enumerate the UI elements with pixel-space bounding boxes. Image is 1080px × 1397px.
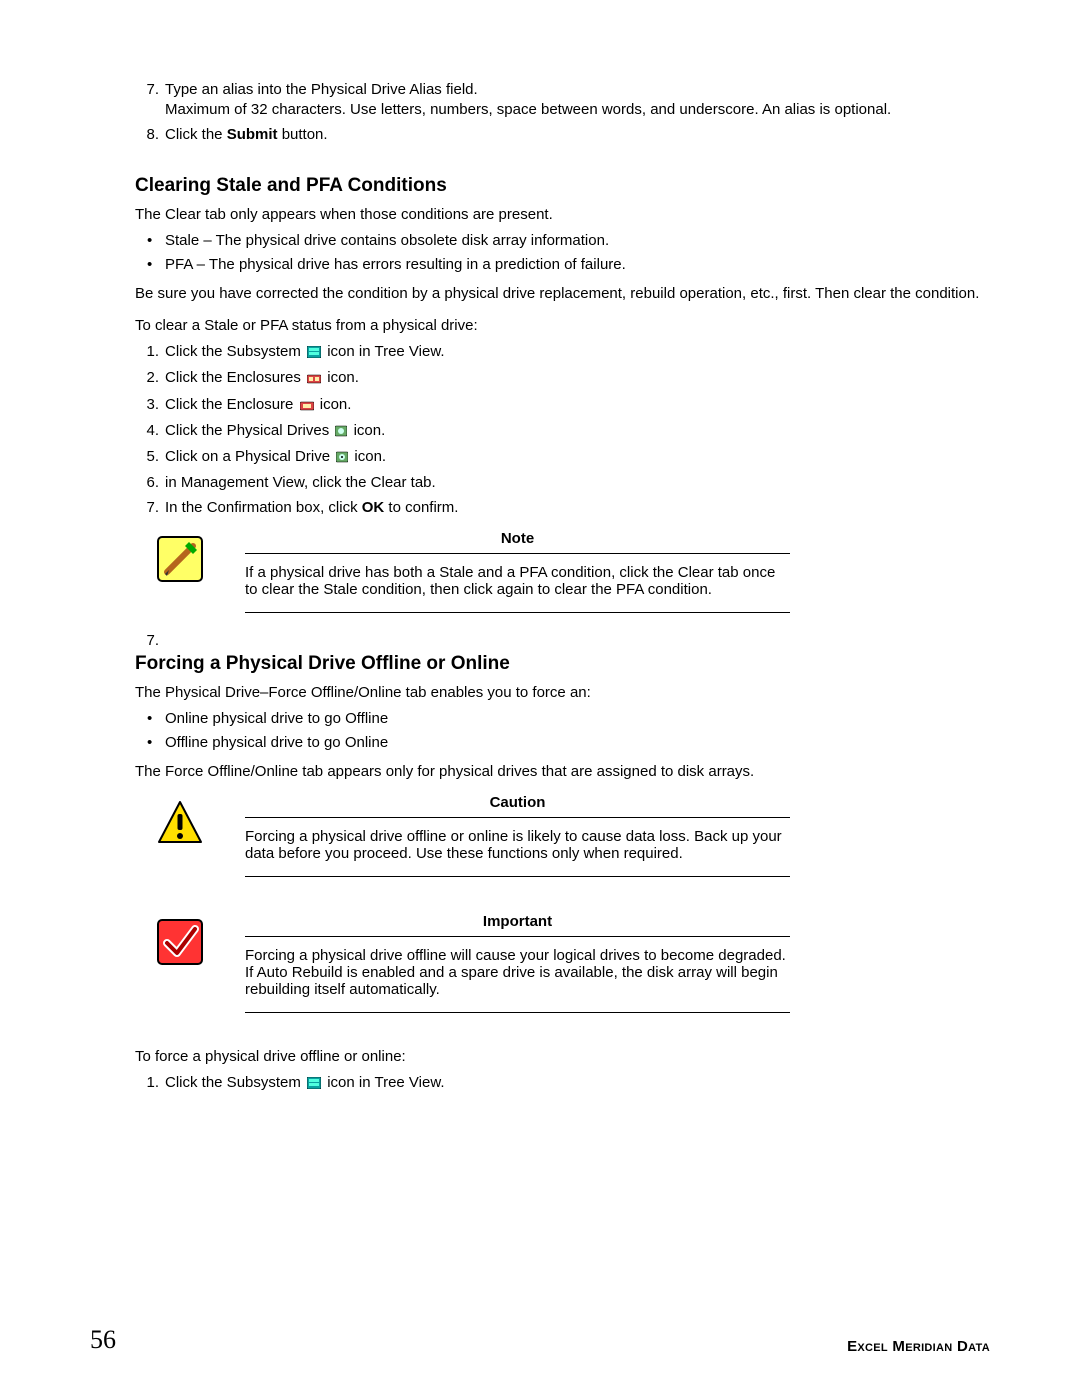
- subsystem-icon: [307, 1075, 321, 1095]
- body-text: Be sure you have corrected the condition…: [135, 284, 990, 304]
- divider: [245, 876, 790, 877]
- list-item: 4. Click the Physical Drives icon.: [165, 421, 990, 443]
- body-text: The Clear tab only appears when those co…: [135, 205, 990, 225]
- section-heading-clearing: Clearing Stale and PFA Conditions: [135, 175, 990, 197]
- step-text: icon.: [354, 422, 386, 439]
- list-item: 8. Click the Submit button.: [165, 125, 990, 145]
- body-text: The Force Offline/Online tab appears onl…: [135, 762, 990, 782]
- force-steps-list: 1. Click the Subsystem icon in Tree View…: [135, 1073, 990, 1095]
- list-item: 6. in Management View, click the Clear t…: [165, 473, 990, 493]
- step-text: Maximum of 32 characters. Use letters, n…: [165, 101, 891, 118]
- step-text: Click on a Physical Drive: [165, 448, 334, 465]
- caution-body-cell: Caution Forcing a physical drive offline…: [215, 794, 990, 887]
- step-text: in Management View, click the Clear tab.: [165, 474, 436, 491]
- body-text: The Physical Drive–Force Offline/Online …: [135, 683, 990, 703]
- step-text: icon.: [327, 369, 359, 386]
- callout-body: Forcing a physical drive offline or onli…: [245, 828, 790, 862]
- list-item: PFA – The physical drive has errors resu…: [165, 255, 990, 275]
- step-number: 5.: [135, 447, 159, 467]
- important-icon: [155, 913, 215, 971]
- list-item: Offline physical drive to go Online: [165, 733, 990, 753]
- important-callout: Important Forcing a physical drive offli…: [155, 913, 990, 1023]
- clear-steps-list: 1. Click the Subsystem icon in Tree View…: [135, 342, 990, 518]
- step-number: 8.: [135, 125, 159, 145]
- callout-body: Forcing a physical drive offline will ca…: [245, 947, 790, 998]
- step-text: icon.: [354, 448, 386, 465]
- enclosure-icon: [300, 397, 314, 417]
- list-item: 3. Click the Enclosure icon.: [165, 395, 990, 417]
- step-text: Click the Subsystem: [165, 1074, 305, 1091]
- document-page: 7. Type an alias into the Physical Drive…: [0, 0, 1080, 1397]
- step-number: 1.: [135, 342, 159, 362]
- list-item: Online physical drive to go Offline: [165, 709, 990, 729]
- step-text: In the Confirmation box, click: [165, 499, 362, 516]
- step-number: 7.: [135, 498, 159, 518]
- step-text: Click the Subsystem: [165, 343, 305, 360]
- step-number: 6.: [135, 473, 159, 493]
- callout-body: If a physical drive has both a Stale and…: [245, 564, 790, 598]
- enclosures-icon: [307, 370, 321, 390]
- step-text: icon in Tree View.: [327, 343, 444, 360]
- important-body-cell: Important Forcing a physical drive offli…: [215, 913, 990, 1023]
- body-text: To force a physical drive offline or onl…: [135, 1047, 990, 1067]
- divider: [245, 553, 790, 554]
- bold-word: Submit: [227, 126, 278, 143]
- note-body-cell: Note If a physical drive has both a Stal…: [215, 530, 990, 623]
- step-text: Click the Physical Drives: [165, 422, 333, 439]
- step-number: 4.: [135, 421, 159, 441]
- physical-drives-icon: [335, 423, 347, 443]
- page-footer: 56 Excel Meridian Data: [90, 1325, 990, 1355]
- caution-icon: [155, 794, 215, 852]
- step-text: Click the Enclosure: [165, 396, 298, 413]
- list-item: 7. Type an alias into the Physical Drive…: [165, 80, 990, 121]
- list-item: 2. Click the Enclosures icon.: [165, 368, 990, 390]
- section-heading-forcing: Forcing a Physical Drive Offline or Onli…: [135, 653, 990, 675]
- physical-drive-icon: [336, 449, 348, 469]
- step-number: 2.: [135, 368, 159, 388]
- callout-title: Caution: [245, 794, 790, 811]
- step-text: Type an alias into the Physical Drive Al…: [165, 81, 478, 98]
- callout-title: Important: [245, 913, 790, 930]
- bold-word: OK: [362, 499, 385, 516]
- divider: [245, 1012, 790, 1013]
- caution-callout: Caution Forcing a physical drive offline…: [155, 794, 990, 887]
- list-item: 1. Click the Subsystem icon in Tree View…: [165, 1073, 990, 1095]
- step-number: 1.: [135, 1073, 159, 1093]
- bullet-list: Stale – The physical drive contains obso…: [135, 231, 990, 276]
- step-text: to confirm.: [384, 499, 458, 516]
- page-number: 56: [90, 1325, 116, 1355]
- divider: [245, 936, 790, 937]
- step-number: 3.: [135, 395, 159, 415]
- note-callout: Note If a physical drive has both a Stal…: [155, 530, 990, 623]
- callout-title: Note: [245, 530, 790, 547]
- step-number: 7.: [135, 631, 159, 651]
- list-item: 7. In the Confirmation box, click OK to …: [165, 498, 990, 518]
- subsystem-icon: [307, 344, 321, 364]
- step-text: Click the: [165, 126, 227, 143]
- step-text: button.: [278, 126, 328, 143]
- bullet-list: Online physical drive to go Offline Offl…: [135, 709, 990, 754]
- list-item: Stale – The physical drive contains obso…: [165, 231, 990, 251]
- prior-step-list: 7. Type an alias into the Physical Drive…: [135, 80, 990, 145]
- list-item: 5. Click on a Physical Drive icon.: [165, 447, 990, 469]
- step-text: icon in Tree View.: [327, 1074, 444, 1091]
- step-text: Click the Enclosures: [165, 369, 305, 386]
- divider: [245, 612, 790, 613]
- step-number: 7.: [135, 80, 159, 100]
- body-text: To clear a Stale or PFA status from a ph…: [135, 316, 990, 336]
- list-item: 1. Click the Subsystem icon in Tree View…: [165, 342, 990, 364]
- step-text: icon.: [320, 396, 352, 413]
- divider: [245, 817, 790, 818]
- note-icon: [155, 530, 215, 588]
- footer-brand: Excel Meridian Data: [847, 1338, 990, 1355]
